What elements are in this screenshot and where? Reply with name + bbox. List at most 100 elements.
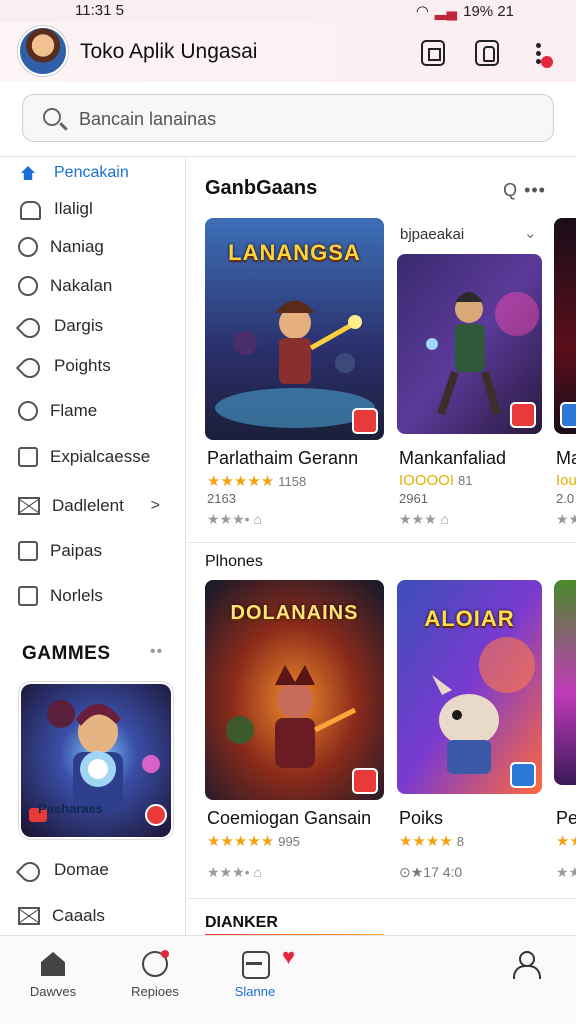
sidebar-item-10[interactable]: Norlels bbox=[18, 581, 178, 611]
notification-dot bbox=[541, 56, 553, 68]
house-icon bbox=[39, 950, 67, 978]
app-card-minor: ★★ bbox=[556, 511, 576, 527]
nav-label: Repioes bbox=[131, 984, 179, 999]
sidebar-item-4[interactable]: Dargis bbox=[18, 311, 178, 341]
app-card-title: Pe bbox=[556, 808, 576, 828]
nav-messages[interactable]: Repioes bbox=[110, 950, 200, 999]
heart-icon[interactable]: ♥ bbox=[282, 944, 295, 970]
app-card-minor: ⊙★17 4:0 bbox=[399, 864, 463, 880]
app-card[interactable]: Pe ★★ ★★ bbox=[554, 580, 576, 890]
wrench-icon bbox=[18, 860, 42, 880]
sidebar-item-label: Flame bbox=[50, 401, 98, 420]
mail-icon bbox=[18, 497, 40, 515]
section-subtitle[interactable]: bjpaeakai bbox=[400, 226, 464, 243]
bag-icon bbox=[241, 950, 270, 979]
app-card-logo: DOLANAINS bbox=[230, 602, 359, 624]
rating-stars: Iou bbox=[556, 472, 576, 489]
search-bar[interactable] bbox=[22, 94, 554, 142]
rating-count: 8 bbox=[456, 834, 465, 849]
app-header: Toko Aplik Ungasai bbox=[0, 22, 576, 82]
rating-stars: ★★★★ 8 bbox=[399, 832, 464, 850]
app-card-minor: ★★ bbox=[556, 864, 576, 880]
avatar[interactable] bbox=[18, 26, 68, 76]
sidebar-item-label: Domae bbox=[54, 860, 109, 879]
sidebar-item-9[interactable]: Paipas bbox=[18, 536, 178, 566]
app-card-art bbox=[554, 580, 576, 785]
sidebar-item-label: Caaals bbox=[52, 906, 105, 925]
rating-count: 995 bbox=[278, 834, 300, 849]
calendar-icon bbox=[18, 541, 38, 561]
sidebar-item-caaals[interactable]: Caaals bbox=[18, 901, 178, 931]
search-icon bbox=[43, 108, 61, 126]
nav-profile[interactable] bbox=[480, 950, 570, 984]
sidebar-item-8[interactable]: Dadlelent > bbox=[18, 491, 178, 521]
wifi-icon: ◠ bbox=[415, 3, 429, 20]
app-card[interactable]: LANANGSA Parlathaim Gerann ★★★★★ 1158 216… bbox=[205, 218, 385, 528]
app-card-title: Parlathaim Gerann bbox=[207, 448, 359, 468]
stars-icon: IOOOOI bbox=[399, 472, 455, 489]
sidebar-item-3[interactable]: Nakalan bbox=[18, 271, 178, 301]
stars-icon: ★★★★ bbox=[399, 833, 453, 850]
library-icon[interactable] bbox=[421, 40, 445, 66]
bottom-nav: Dawves Repioes Slanne ♥ bbox=[0, 935, 576, 1024]
sidebar-item-home[interactable]: Pencakain bbox=[18, 158, 178, 188]
game-badge-icon bbox=[352, 408, 378, 434]
sidebar-item-2[interactable]: Naniag bbox=[18, 232, 178, 262]
app-card[interactable]: Mankanfaliad IOOOOI 81 2961 ★★★ ⌂ bbox=[397, 254, 543, 534]
app-card-art: DOLANAINS bbox=[205, 580, 384, 800]
app-card-logo: ALOIAR bbox=[424, 606, 515, 631]
chat-icon bbox=[141, 950, 169, 978]
sidebar-item-label: Dadlelent bbox=[52, 496, 124, 515]
rating-stars: IOOOOI 81 bbox=[399, 472, 472, 489]
sidebar-item-1[interactable]: Ilaligl bbox=[18, 194, 178, 224]
sidebar-item-label: Dargis bbox=[54, 316, 104, 335]
nav-label: Slanne bbox=[234, 984, 276, 999]
section-actions[interactable]: Q ••• bbox=[503, 180, 546, 201]
sidebar-item-6[interactable]: Flame bbox=[18, 396, 178, 426]
app-card-title: Coemiogan Gansain bbox=[207, 808, 372, 828]
chevron-right-icon: > bbox=[150, 497, 160, 514]
nav-home[interactable]: Dawves bbox=[8, 950, 98, 999]
rating-stars: ★★ bbox=[556, 833, 576, 850]
stars-icon: ★★★★★ bbox=[207, 473, 275, 490]
bell-icon bbox=[18, 199, 42, 220]
section-title: GanbGaans bbox=[205, 177, 318, 199]
sidebar-item-domae[interactable]: Domae bbox=[18, 855, 178, 885]
app-card-art: ALOIAR bbox=[397, 580, 542, 794]
rating-count: 1158 bbox=[278, 474, 307, 489]
games-more-icon[interactable]: •• bbox=[150, 643, 163, 661]
app-card[interactable]: Ma Iou 2.0 ★★ bbox=[554, 218, 576, 528]
app-card-logo: LANANGSA bbox=[228, 240, 361, 265]
home-icon bbox=[18, 163, 42, 183]
nav-label: Dawves bbox=[29, 984, 77, 999]
sidebar-item-label: Naniag bbox=[50, 237, 104, 256]
page-title: Toko Aplik Ungasai bbox=[80, 40, 258, 63]
app-card-minor: ★★★ ⌂ bbox=[399, 511, 449, 527]
rating-stars: ★★★★★ 1158 bbox=[207, 472, 306, 490]
divider bbox=[185, 157, 186, 935]
search-input[interactable] bbox=[79, 105, 519, 133]
download-icon[interactable] bbox=[475, 40, 499, 66]
image-icon bbox=[18, 447, 38, 467]
status-time: 11:31 5 bbox=[75, 2, 124, 19]
sidebar: Pencakain Ilaligl Naniag Nakalan Dargis … bbox=[0, 157, 185, 935]
featured-game-label: Paeharaes bbox=[38, 801, 104, 816]
app-card[interactable]: ALOIAR Poiks ★★★★ 8 ⊙★17 4:0 bbox=[397, 580, 543, 890]
rating-stars: ★★★★★ 995 bbox=[207, 832, 300, 850]
app-card[interactable]: DOLANAINS Coemiogan Gansain ★★★★★ 995 ★★★… bbox=[205, 580, 385, 890]
game-badge-icon bbox=[560, 402, 576, 428]
app-card-meta: 2961 bbox=[399, 491, 428, 506]
refresh-icon bbox=[18, 237, 38, 257]
app-card-title: Poiks bbox=[399, 808, 444, 828]
games-heading: GAMMES bbox=[22, 643, 111, 664]
photo-icon bbox=[18, 586, 38, 606]
app-card-meta: 2.0 bbox=[556, 491, 575, 506]
chevron-down-icon[interactable]: ⌄ bbox=[524, 224, 537, 242]
section-title: DIANKER bbox=[205, 914, 278, 931]
battery-text: 19% 21 bbox=[463, 2, 514, 20]
app-card-title: Mankanfaliad bbox=[399, 448, 507, 468]
sidebar-item-5[interactable]: Poights bbox=[18, 351, 178, 381]
rating-count: 81 bbox=[458, 473, 473, 488]
status-bar: 11:31 5 ◠ ▂▄ 19% 21 bbox=[0, 0, 576, 22]
sidebar-item-7[interactable]: Expialcaesse bbox=[18, 442, 178, 472]
